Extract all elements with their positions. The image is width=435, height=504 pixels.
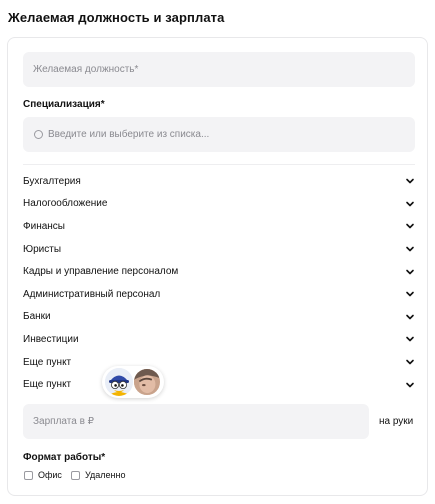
salary-placeholder: Зарплата в ₽ — [33, 416, 95, 427]
chevron-down-icon[interactable] — [405, 267, 415, 277]
office-checkbox-label: Офис — [38, 470, 62, 480]
specialization-item-more-2[interactable]: Еще пункт — [23, 373, 415, 396]
specialization-list: Бухгалтерия Налогообложение Финансы Юрис… — [23, 170, 415, 396]
specialization-item-label: Бухгалтерия — [23, 175, 81, 187]
specialization-item-label: Инвестиции — [23, 333, 79, 345]
office-checkbox[interactable] — [24, 470, 33, 480]
specialization-item-investments[interactable]: Инвестиции — [23, 328, 415, 351]
specialization-item-admin[interactable]: Административный персонал — [23, 283, 415, 306]
work-format-office-option[interactable]: Офис — [24, 470, 62, 480]
chevron-down-icon[interactable] — [405, 221, 415, 231]
chevron-down-icon[interactable] — [405, 244, 415, 254]
specialization-item-label: Кадры и управление персоналом — [23, 266, 179, 278]
specialization-item-label: Банки — [23, 311, 51, 323]
specialization-item-finance[interactable]: Финансы — [23, 215, 415, 238]
specialization-item-lawyers[interactable]: Юристы — [23, 238, 415, 261]
remote-checkbox[interactable] — [71, 470, 80, 480]
specialization-item-label: Еще пункт — [23, 379, 72, 391]
specialization-item-more-1[interactable]: Еще пункт — [23, 351, 415, 374]
salary-input[interactable]: Зарплата в ₽ — [23, 404, 369, 439]
specialization-item-taxation[interactable]: Налогообложение — [23, 193, 415, 216]
chevron-down-icon[interactable] — [405, 176, 415, 186]
chevron-down-icon[interactable] — [405, 289, 415, 299]
avatar[interactable] — [105, 368, 133, 396]
chevron-down-icon[interactable] — [405, 380, 415, 390]
page-title: Желаемая должность и зарплата — [8, 10, 225, 25]
remote-checkbox-label: Удаленно — [85, 470, 126, 480]
specialization-label: Специализация* — [23, 99, 105, 110]
specialization-search-placeholder: Введите или выберите из списка... — [48, 129, 210, 140]
chevron-down-icon[interactable] — [405, 334, 415, 344]
desired-position-input[interactable]: Желаемая должность* — [23, 52, 415, 87]
specialization-item-label: Административный персонал — [23, 288, 161, 300]
salary-net-label: на руки — [379, 416, 414, 427]
specialization-item-banks[interactable]: Банки — [23, 306, 415, 329]
desired-position-placeholder: Желаемая должность* — [33, 64, 139, 75]
search-icon — [34, 130, 43, 139]
specialization-item-label: Юристы — [23, 243, 62, 255]
specialization-item-label: Еще пункт — [23, 356, 72, 368]
specialization-item-hr[interactable]: Кадры и управление персоналом — [23, 260, 415, 283]
photo-avatar-icon — [134, 369, 159, 394]
chevron-down-icon[interactable] — [405, 199, 415, 209]
position-salary-card: Желаемая должность* Специализация* Введи… — [7, 37, 428, 496]
specialization-item-accounting[interactable]: Бухгалтерия — [23, 170, 415, 193]
divider — [23, 164, 415, 165]
chevron-down-icon[interactable] — [405, 357, 415, 367]
work-format-label: Формат работы* — [23, 452, 106, 463]
work-format-remote-option[interactable]: Удаленно — [71, 470, 125, 480]
chevron-down-icon[interactable] — [405, 312, 415, 322]
specialization-item-label: Налогообложение — [23, 198, 108, 210]
specialization-item-label: Финансы — [23, 220, 65, 232]
specialization-search-input[interactable]: Введите или выберите из списка... — [23, 117, 415, 152]
avatar[interactable] — [133, 368, 161, 396]
collaborator-avatars[interactable] — [102, 366, 164, 398]
cartoon-avatar-icon — [105, 368, 133, 396]
